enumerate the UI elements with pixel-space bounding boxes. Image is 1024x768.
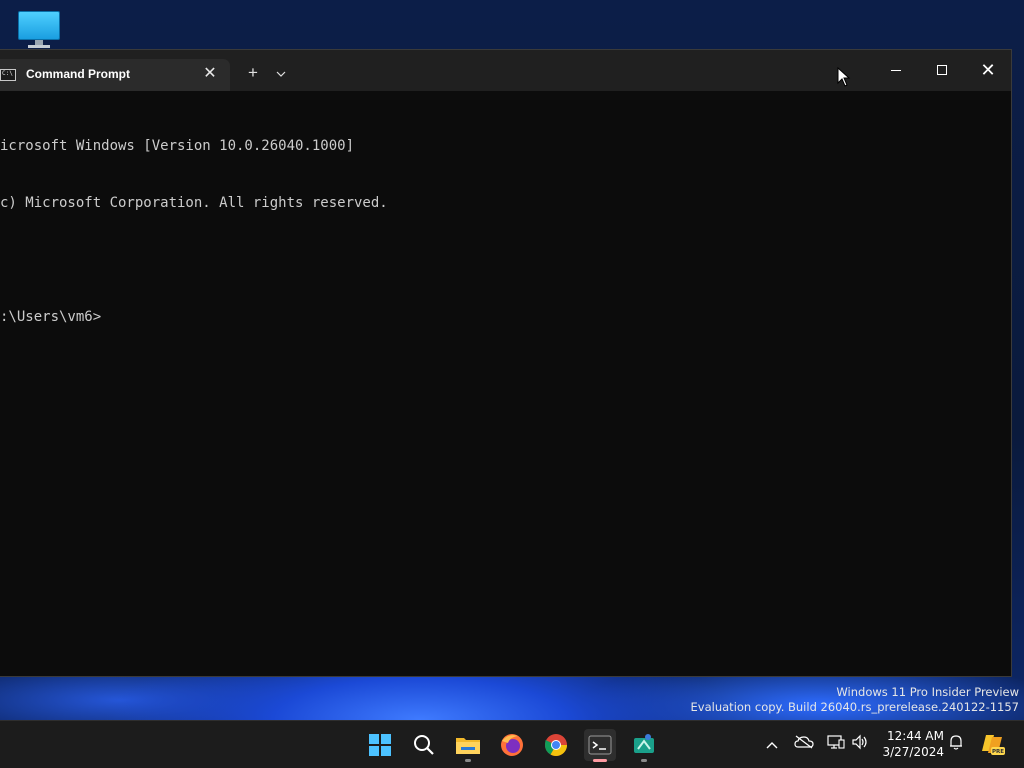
search-button[interactable] xyxy=(408,729,440,761)
clock[interactable]: 12:44 AM 3/27/2024 xyxy=(882,728,944,760)
tab-dropdown-button[interactable] xyxy=(272,63,290,85)
monitor-base xyxy=(28,45,50,48)
clock-date: 3/27/2024 xyxy=(882,745,944,759)
console-output[interactable]: icrosoft Windows [Version 10.0.26040.100… xyxy=(0,99,1000,365)
active-indicator xyxy=(593,759,607,762)
minimize-button[interactable] xyxy=(873,50,919,91)
tab-title: Command Prompt xyxy=(26,67,131,81)
pre-badge: PRE xyxy=(992,749,1004,755)
monitor-screen xyxy=(18,11,60,40)
copilot-preview-button[interactable]: PRE xyxy=(980,731,1006,757)
clock-time: 12:44 AM xyxy=(887,729,944,743)
new-tab-button[interactable]: + xyxy=(242,63,264,85)
snipping-tool-button[interactable] xyxy=(628,729,660,762)
firefox-icon xyxy=(501,734,523,756)
console-line: icrosoft Windows [Version 10.0.26040.100… xyxy=(0,138,355,154)
bell-icon xyxy=(950,735,962,750)
show-hidden-icons-button[interactable] xyxy=(762,734,782,754)
file-explorer-button[interactable] xyxy=(452,729,484,762)
mouse-cursor-icon xyxy=(837,67,851,87)
speaker-icon xyxy=(852,734,867,750)
start-button[interactable] xyxy=(364,729,396,761)
tab-command-prompt[interactable]: C:\ Command Prompt ✕ xyxy=(0,59,230,91)
cmd-icon: C:\ xyxy=(0,69,16,81)
chrome-icon xyxy=(545,734,567,756)
onedrive-button[interactable] xyxy=(794,734,814,754)
notifications-button[interactable] xyxy=(946,734,966,754)
console-prompt: :\Users\vm6> xyxy=(0,309,102,325)
running-indicator xyxy=(465,759,471,762)
minimize-icon xyxy=(891,70,901,71)
cmd-icon-label: C:\ xyxy=(2,70,13,77)
title-bar[interactable]: C:\ Command Prompt ✕ + ✕ xyxy=(0,50,1011,91)
terminal-button[interactable] xyxy=(584,729,616,762)
watermark-line1: Windows 11 Pro Insider Preview xyxy=(836,685,1019,699)
folder-icon xyxy=(456,738,480,754)
close-button[interactable]: ✕ xyxy=(965,50,1011,91)
maximize-icon xyxy=(937,65,947,75)
tab-close-button[interactable]: ✕ xyxy=(200,64,220,84)
maximize-button[interactable] xyxy=(919,50,965,91)
terminal-window[interactable]: C:\ Command Prompt ✕ + ✕ icrosoft Window… xyxy=(0,49,1012,677)
firefox-button[interactable] xyxy=(496,729,528,761)
chrome-button[interactable] xyxy=(540,729,572,761)
running-indicator xyxy=(641,759,647,762)
taskbar: 12:44 AM 3/27/2024 PRE xyxy=(0,720,1024,768)
chevron-up-icon xyxy=(766,742,778,749)
this-pc-icon[interactable] xyxy=(16,8,62,48)
network-icon xyxy=(827,735,845,749)
copilot-icon: PRE xyxy=(982,735,1005,755)
volume-button[interactable] xyxy=(850,734,870,754)
windows-logo-icon xyxy=(369,734,391,756)
network-button[interactable] xyxy=(826,734,846,754)
watermark-line2: Evaluation copy. Build 26040.rs_prerelea… xyxy=(690,700,1019,714)
terminal-icon xyxy=(588,735,612,755)
console-line: c) Microsoft Corporation. All rights res… xyxy=(0,195,388,211)
snipping-tool-icon xyxy=(634,734,654,753)
evaluation-watermark: Windows 11 Pro Insider Preview Evaluatio… xyxy=(691,685,1019,715)
cloud-offline-icon xyxy=(794,735,814,749)
search-icon xyxy=(414,735,434,755)
chevron-down-icon xyxy=(276,71,286,77)
